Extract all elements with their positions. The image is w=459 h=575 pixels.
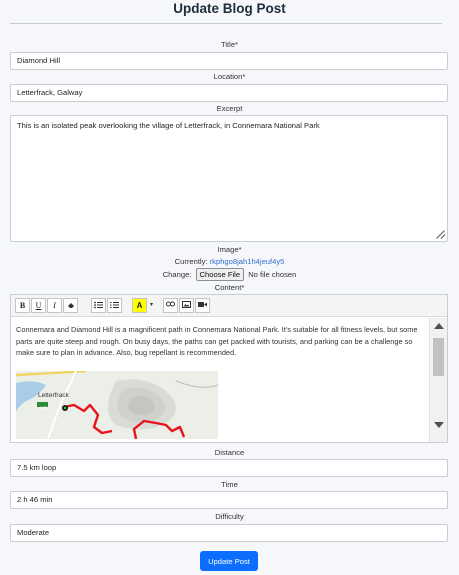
time-input[interactable]: 2 h 46 min — [10, 491, 448, 509]
unordered-list-icon[interactable] — [91, 298, 106, 313]
scroll-thumb[interactable] — [433, 338, 444, 376]
difficulty-label: Difficulty — [215, 512, 244, 521]
choose-file-button[interactable]: Choose File — [195, 268, 245, 281]
italic-icon[interactable]: I — [47, 298, 62, 313]
scroll-down-arrow-icon[interactable] — [434, 422, 444, 428]
image-change-row: Change: Choose File No file chosen — [0, 268, 459, 281]
current-image-link[interactable]: rkphgo8jah1h4jeuf4y5 — [210, 257, 285, 266]
editor-content-area[interactable]: Connemara and Diamond Hill is a magnific… — [11, 318, 429, 442]
list-group — [91, 298, 123, 314]
resize-handle-icon[interactable] — [436, 230, 445, 239]
scroll-up-arrow-icon[interactable] — [434, 323, 444, 329]
location-input[interactable]: Letterfrack, Galway — [10, 84, 448, 102]
change-label: Change: — [162, 270, 192, 279]
picture-icon[interactable] — [179, 298, 194, 313]
excerpt-label: Excerpt — [216, 104, 243, 113]
content-label: Content* — [214, 283, 245, 292]
no-file-chosen-text: No file chosen — [248, 270, 297, 279]
bold-icon[interactable]: B — [15, 298, 30, 313]
distance-label: Distance — [214, 448, 245, 457]
page-title: Update Blog Post — [173, 1, 286, 16]
image-label: Image* — [217, 245, 242, 254]
content-text: Connemara and Diamond Hill is a magnific… — [16, 325, 418, 357]
distance-input[interactable]: 7.5 km loop — [10, 459, 448, 477]
difficulty-input[interactable]: Moderate — [10, 524, 448, 542]
content-editor: B U I A ▾ Connemara and Diamond Hill is … — [10, 294, 448, 443]
map-place-label: Letterfrack — [38, 392, 69, 399]
time-label: Time — [221, 480, 238, 489]
font-style-group: B U I — [15, 298, 79, 314]
excerpt-textarea[interactable]: This is an isolated peak overlooking the… — [10, 115, 448, 242]
underline-icon[interactable]: U — [31, 298, 46, 313]
editor-scrollbar[interactable] — [429, 318, 447, 442]
location-label: Location* — [213, 72, 246, 81]
trail-map-image: Letterfrack N59 — [16, 371, 218, 439]
editor-toolbar: B U I A ▾ — [11, 295, 447, 317]
text-color-icon[interactable]: A — [132, 298, 147, 313]
ordered-list-icon[interactable] — [107, 298, 122, 313]
color-dropdown-chevron-icon[interactable]: ▾ — [148, 298, 155, 313]
eraser-icon[interactable] — [63, 298, 78, 313]
excerpt-text: This is an isolated peak overlooking the… — [17, 121, 320, 130]
update-post-button[interactable]: Update Post — [200, 551, 258, 571]
title-label: Title* — [220, 40, 239, 49]
link-icon[interactable] — [163, 298, 178, 313]
currently-label: Currently: — [174, 257, 208, 266]
title-divider — [10, 23, 442, 24]
color-group: A ▾ — [132, 298, 155, 314]
image-current-row: Currently: rkphgo8jah1h4jeuf4y5 — [0, 257, 459, 266]
insert-group — [163, 298, 211, 314]
video-icon[interactable] — [195, 298, 210, 313]
title-input[interactable]: Diamond Hill — [10, 52, 448, 70]
map-road-badge: N59 — [39, 404, 48, 410]
